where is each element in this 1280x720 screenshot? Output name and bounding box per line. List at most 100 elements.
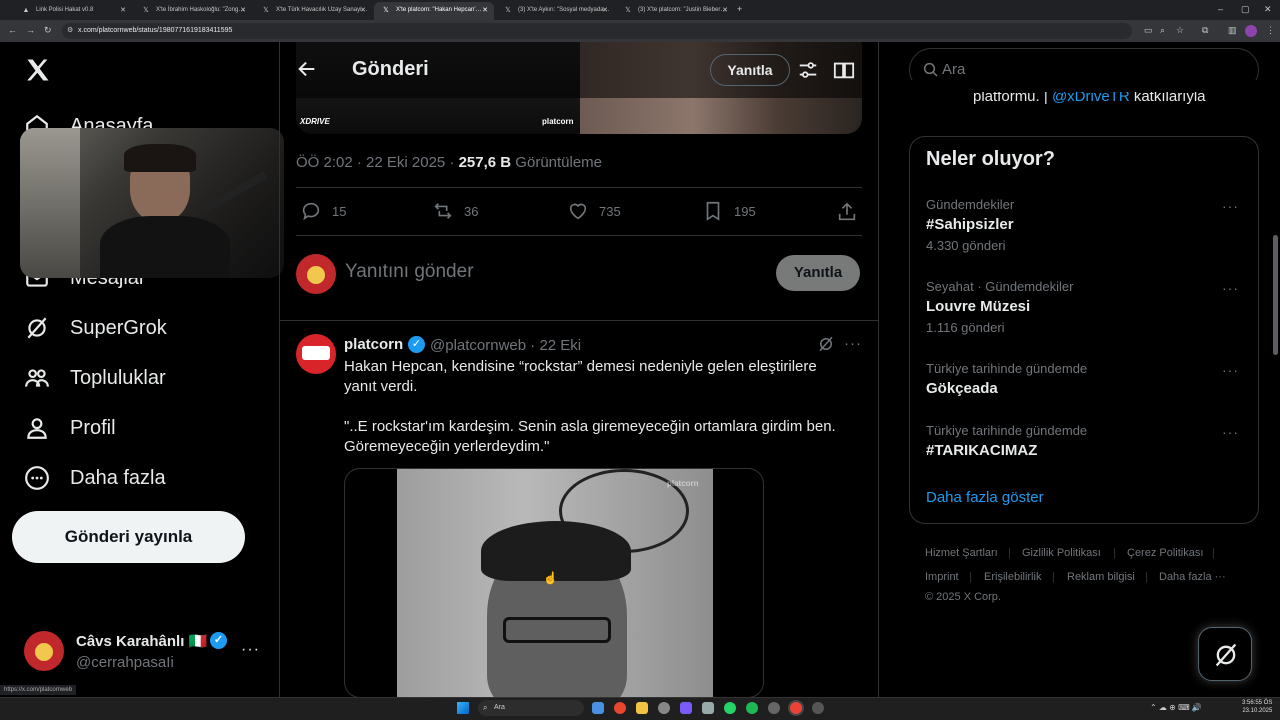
reply-action[interactable]: 15 <box>300 200 346 222</box>
trend-more-icon[interactable]: ··· <box>1222 424 1239 440</box>
taskbar-app-icon[interactable] <box>658 702 670 714</box>
trend-name[interactable]: Louvre Müzesi <box>926 298 1030 315</box>
reader-view-icon[interactable] <box>833 59 855 86</box>
address-bar[interactable]: ⚙ x.com/platcornweb/status/1980771619183… <box>62 23 1132 39</box>
nav-supergrok[interactable]: SuperGrok <box>24 308 167 348</box>
sidebar-icon[interactable]: ▥ <box>1228 25 1237 36</box>
trend-name[interactable]: Gökçeada <box>926 380 998 397</box>
maximize-icon[interactable]: ▢ <box>1241 4 1250 15</box>
browser-tab[interactable]: 𝕏 (3) X'te Aykırı: "Sosyal medyada… ✕ <box>496 2 614 20</box>
browser-tab[interactable]: ▲ Link Polisi Hakat v0.8 ✕ <box>14 2 132 20</box>
trend-category: Gündemdekiler <box>926 197 1015 212</box>
footer-link-more[interactable]: Daha fazla ··· <box>1159 571 1226 583</box>
profile-avatar-icon[interactable] <box>1245 25 1257 37</box>
taskbar-app-icon[interactable] <box>592 702 604 714</box>
taskbar-search[interactable]: ⌕ Ara <box>478 700 584 716</box>
like-action[interactable]: 735 <box>567 200 621 222</box>
taskbar-app-icon[interactable] <box>812 702 824 714</box>
back-icon[interactable]: ← <box>8 25 17 35</box>
page-scrollbar[interactable] <box>1273 235 1278 355</box>
menu-icon[interactable]: ⋮ <box>1266 25 1275 36</box>
filter-sliders-icon[interactable] <box>797 59 819 86</box>
tweet-avatar[interactable] <box>296 334 336 374</box>
tweet-text: Hakan Hepcan, kendisine “rockstar” demes… <box>344 358 836 455</box>
repost-action[interactable]: 36 <box>432 200 478 222</box>
footer-link-imprint[interactable]: Imprint <box>925 571 959 583</box>
chrome-active-icon[interactable] <box>790 702 802 714</box>
browser-tab-active[interactable]: 𝕏 X'te platcorn: "Hakan Hepcan'… ✕ <box>374 2 494 20</box>
account-avatar[interactable] <box>24 631 64 671</box>
show-more-link[interactable]: Daha fazla göster <box>926 489 1044 506</box>
bookmark-icon <box>706 201 720 221</box>
tweet-author-handle[interactable]: @platcornweb · 22 Eki <box>430 337 581 354</box>
footer-link-ads[interactable]: Reklam bilgisi <box>1067 571 1135 583</box>
reply-submit-button[interactable]: Yanıtla <box>776 255 860 291</box>
center-column-left-border <box>279 42 280 697</box>
close-tab-icon[interactable]: ✕ <box>120 6 126 14</box>
trend-more-icon[interactable]: ··· <box>1222 198 1239 214</box>
new-tab-icon[interactable]: + <box>737 4 742 14</box>
bookmark-star-icon[interactable]: ☆ <box>1176 25 1184 36</box>
taskbar-app-icon[interactable] <box>768 702 780 714</box>
nav-profile[interactable]: Profil <box>24 408 116 448</box>
tweet-author-name[interactable]: platcorn <box>344 336 403 353</box>
cast-icon[interactable]: ▭ <box>1144 25 1153 36</box>
header-reply-button[interactable]: Yanıtla <box>710 54 790 86</box>
share-icon[interactable] <box>836 201 858 228</box>
footer-link-privacy[interactable]: Gizlilik Politikası <box>1022 547 1101 559</box>
close-window-icon[interactable]: ✕ <box>1264 4 1272 15</box>
post-button[interactable]: Gönderi yayınla <box>12 511 245 563</box>
taskbar-clock[interactable]: 3:56:55 ÖS 23.10.2025 <box>1242 699 1272 715</box>
footer-link-accessibility[interactable]: Erişilebilirlik <box>984 571 1041 583</box>
trend-name[interactable]: #Sahipsizler <box>926 216 1014 233</box>
webcam-background-door <box>20 128 80 278</box>
status-url: https://x.com/platcornweb <box>0 685 77 695</box>
grok-explain-icon[interactable] <box>817 335 835 358</box>
grok-floating-button[interactable] <box>1198 627 1252 681</box>
whatsapp-icon[interactable] <box>724 702 736 714</box>
forward-icon[interactable]: → <box>26 25 35 35</box>
start-icon[interactable] <box>457 702 469 714</box>
taskbar-app-icon[interactable] <box>680 702 692 714</box>
media-brand-right: platcorn <box>542 117 574 126</box>
minimize-icon[interactable]: – <box>1218 4 1223 14</box>
spotify-icon[interactable] <box>746 702 758 714</box>
nav-more[interactable]: Daha fazla <box>24 458 166 498</box>
close-tab-icon[interactable]: ✕ <box>240 6 246 14</box>
reply-input[interactable]: Yanıtını gönder <box>345 261 474 283</box>
footer-link-terms[interactable]: Hizmet Şartları <box>925 547 998 559</box>
chrome-icon[interactable] <box>614 702 626 714</box>
close-tab-icon[interactable]: ✕ <box>482 6 488 14</box>
trend-category: Türkiye tarihinde gündemde <box>926 361 1088 376</box>
trend-more-icon[interactable]: ··· <box>1222 280 1239 296</box>
x-logo-icon[interactable] <box>24 56 52 89</box>
footer-separator: | <box>969 571 972 583</box>
back-arrow-icon[interactable] <box>296 58 318 85</box>
browser-tab[interactable]: 𝕏 (3) X'te platcorn: "Justin Bieber… ✕ <box>616 2 734 20</box>
browser-tab[interactable]: 𝕏 X'te Türk Havacılık Uzay Sanayi… ✕ <box>254 2 372 20</box>
browser-tab[interactable]: 𝕏 X'te İbrahim Haskoloğlu: "Zong… ✕ <box>134 2 252 20</box>
account-menu-icon[interactable]: ··· <box>241 641 260 659</box>
footer-link-cookies[interactable]: Çerez Politikası <box>1127 547 1203 559</box>
trend-count: 4.330 gönderi <box>926 238 1006 253</box>
zoom-icon[interactable]: ⌕ <box>1160 25 1165 36</box>
close-tab-icon[interactable]: ✕ <box>602 6 608 14</box>
x-favicon-icon: 𝕏 <box>143 7 149 14</box>
video-person-glasses <box>503 617 611 643</box>
extensions-icon[interactable]: ⧉ <box>1202 25 1208 36</box>
trend-more-icon[interactable]: ··· <box>1222 362 1239 378</box>
close-tab-icon[interactable]: ✕ <box>360 6 366 14</box>
file-explorer-icon[interactable] <box>636 702 648 714</box>
reply-avatar[interactable] <box>296 254 336 294</box>
close-tab-icon[interactable]: ✕ <box>722 6 728 14</box>
tweet-more-icon[interactable]: ··· <box>844 335 862 352</box>
bookmark-action[interactable]: 195 <box>702 200 756 222</box>
taskbar-app-icon[interactable] <box>702 702 714 714</box>
site-info-icon[interactable]: ⚙ <box>67 26 73 34</box>
system-tray-icons[interactable]: ⌃ ☁ ⊕ ⌨ 🔊 <box>1150 703 1202 712</box>
communities-icon <box>25 369 49 387</box>
nav-communities[interactable]: Topluluklar <box>24 358 166 398</box>
reload-icon[interactable]: ↻ <box>44 25 52 36</box>
more-circle-icon <box>25 466 49 490</box>
trend-name[interactable]: #TARIKACIMAZ <box>926 442 1037 459</box>
